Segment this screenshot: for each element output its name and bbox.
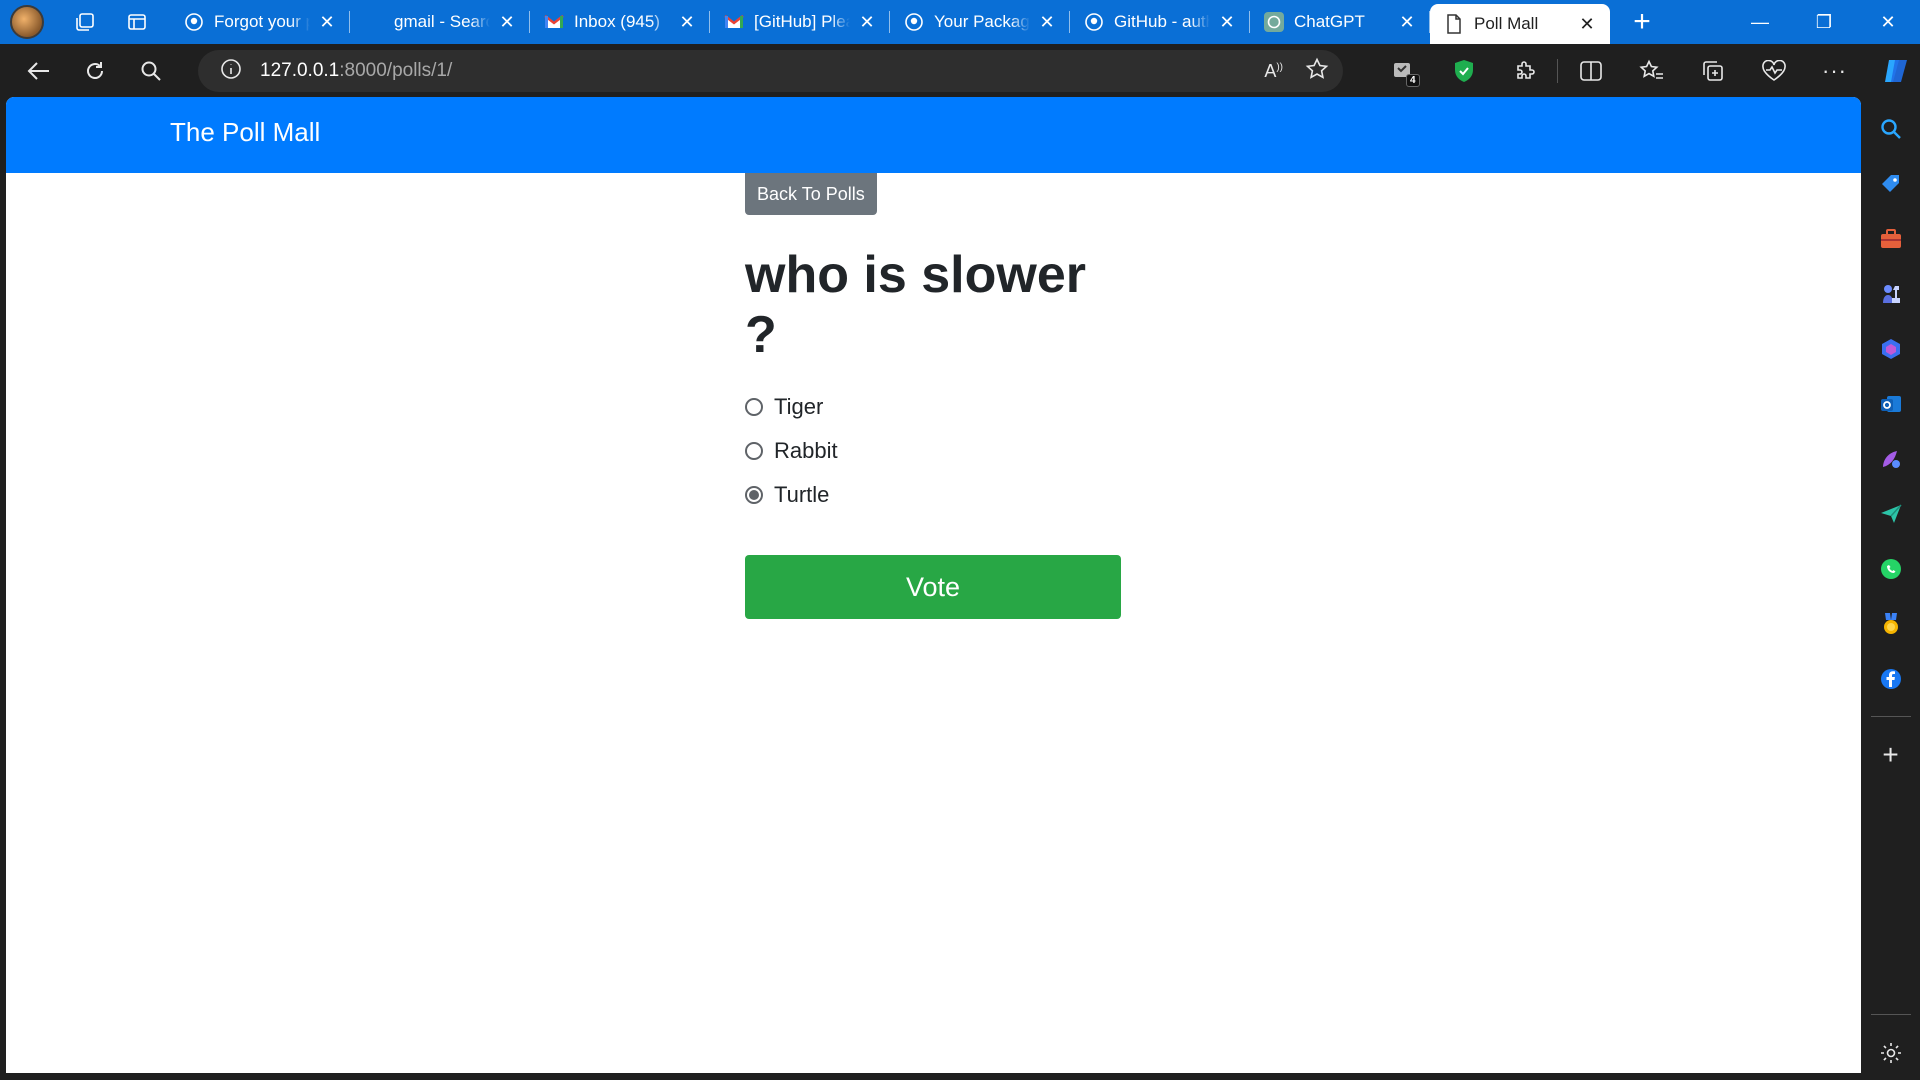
address-bar[interactable]: 127.0.0.1:8000/polls/1/ A)) [198, 50, 1343, 92]
github-icon [904, 12, 924, 32]
extension-badge: 4 [1406, 74, 1420, 87]
tab-inbox[interactable]: Inbox (945) ✕ [530, 0, 710, 44]
close-icon[interactable]: ✕ [1036, 11, 1058, 33]
extension-downloader-icon[interactable]: 4 [1372, 48, 1433, 94]
sidebar-settings-gear-icon[interactable] [1861, 1025, 1920, 1080]
back-button[interactable] [14, 50, 64, 92]
page-viewport: The Poll Mall Back To Polls who is slowe… [6, 97, 1861, 1073]
profile-avatar[interactable] [10, 5, 44, 39]
gmail-icon [724, 12, 744, 32]
close-icon[interactable]: ✕ [316, 11, 338, 33]
site-brand[interactable]: The Poll Mall [170, 117, 320, 148]
tab-poll-mall[interactable]: Poll Mall ✕ [1430, 4, 1610, 44]
page-icon [1444, 14, 1464, 34]
close-icon[interactable]: ✕ [1216, 11, 1238, 33]
restore-button[interactable]: ❐ [1792, 0, 1856, 44]
tab-your-packages[interactable]: Your Packages ✕ [890, 0, 1070, 44]
minimize-button[interactable]: — [1728, 0, 1792, 44]
tab-github-verify[interactable]: [GitHub] Please verify ✕ [710, 0, 890, 44]
choice-radio[interactable] [745, 486, 763, 504]
edge-sidebar: + [1861, 97, 1920, 1080]
rewards-medal-icon[interactable] [1861, 596, 1920, 651]
poll-question: who is slower ? [745, 246, 1086, 364]
choice-turtle[interactable]: Turtle [745, 473, 1125, 517]
games-chess-icon[interactable] [1861, 266, 1920, 321]
extensions-puzzle-icon[interactable] [1494, 48, 1555, 94]
tab-title: gmail - Search [394, 12, 490, 31]
browser-essentials-icon[interactable] [1743, 48, 1804, 94]
workspaces-icon[interactable] [66, 3, 104, 41]
vote-button[interactable]: Vote [745, 555, 1121, 619]
tab-gmail-search[interactable]: gmail - Search ✕ [350, 0, 530, 44]
tab-github-auth[interactable]: GitHub - auth ✕ [1070, 0, 1250, 44]
chatgpt-icon [1264, 12, 1284, 32]
tab-forgot-password[interactable]: Forgot your password? ✕ [170, 0, 350, 44]
favorite-star-icon[interactable] [1305, 57, 1329, 86]
site-info-icon[interactable] [220, 58, 242, 85]
tab-title: GitHub - auth [1114, 12, 1210, 31]
favorites-icon[interactable] [1621, 48, 1682, 94]
read-aloud-icon[interactable]: A)) [1264, 61, 1283, 82]
choice-label: Tiger [774, 394, 824, 419]
copilot-icon[interactable] [1865, 48, 1920, 94]
shield-icon[interactable] [1433, 48, 1494, 94]
poll-container: Back To Polls who is slower ? Tiger Rabb… [745, 173, 1125, 619]
tab-chatgpt[interactable]: ChatGPT ✕ [1250, 0, 1430, 44]
outlook-icon[interactable] [1861, 376, 1920, 431]
url-host: 127.0.0.1 [260, 60, 340, 81]
browser-toolbar: 127.0.0.1:8000/polls/1/ A)) 4 ··· [0, 44, 1920, 97]
add-sidebar-app-icon[interactable]: + [1861, 727, 1920, 782]
choice-tiger[interactable]: Tiger [745, 385, 1125, 429]
whatsapp-icon[interactable] [1861, 541, 1920, 596]
send-icon[interactable] [1861, 486, 1920, 541]
tab-title: Your Packages [934, 12, 1030, 31]
designer-icon[interactable] [1861, 431, 1920, 486]
tab-title: ChatGPT [1294, 12, 1365, 31]
choice-label: Rabbit [774, 438, 838, 463]
split-screen-icon[interactable] [1560, 48, 1621, 94]
close-icon[interactable]: ✕ [1576, 13, 1598, 35]
url-text[interactable]: 127.0.0.1:8000/polls/1/ [260, 60, 452, 82]
choice-rabbit[interactable]: Rabbit [745, 429, 1125, 473]
refresh-button[interactable] [70, 50, 120, 92]
close-icon[interactable]: ✕ [496, 11, 518, 33]
tab-title: [GitHub] Please verify [754, 12, 850, 31]
search-button[interactable] [126, 50, 176, 92]
url-path: :8000/polls/1/ [339, 60, 453, 81]
choice-label: Turtle [774, 482, 830, 507]
choice-list: Tiger Rabbit Turtle [745, 385, 1125, 517]
choice-radio[interactable] [745, 398, 763, 416]
copilot-sidebar-icon[interactable] [1861, 321, 1920, 376]
tools-briefcase-icon[interactable] [1861, 211, 1920, 266]
close-window-button[interactable]: ✕ [1856, 0, 1920, 44]
new-tab-button[interactable]: + [1620, 0, 1664, 44]
github-icon [184, 12, 204, 32]
close-icon[interactable]: ✕ [676, 11, 698, 33]
tab-title: Forgot your password? [214, 12, 310, 31]
tab-strip: Forgot your password? ✕ gmail - Search ✕… [0, 0, 1920, 44]
gmail-icon [544, 12, 564, 32]
back-to-polls-button[interactable]: Back To Polls [745, 173, 877, 215]
close-icon[interactable]: ✕ [1396, 11, 1418, 33]
more-menu-icon[interactable]: ··· [1804, 48, 1865, 94]
collections-icon[interactable] [1682, 48, 1743, 94]
close-icon[interactable]: ✕ [856, 11, 878, 33]
github-icon [1084, 12, 1104, 32]
choice-radio[interactable] [745, 442, 763, 460]
shopping-tag-icon[interactable] [1861, 156, 1920, 211]
search-icon[interactable] [1861, 101, 1920, 156]
facebook-icon[interactable] [1861, 651, 1920, 706]
tab-title: Poll Mall [1474, 14, 1539, 33]
tab-title: Inbox (945) [574, 12, 660, 31]
site-navbar: The Poll Mall [6, 97, 1861, 173]
vertical-tabs-icon[interactable] [118, 3, 156, 41]
